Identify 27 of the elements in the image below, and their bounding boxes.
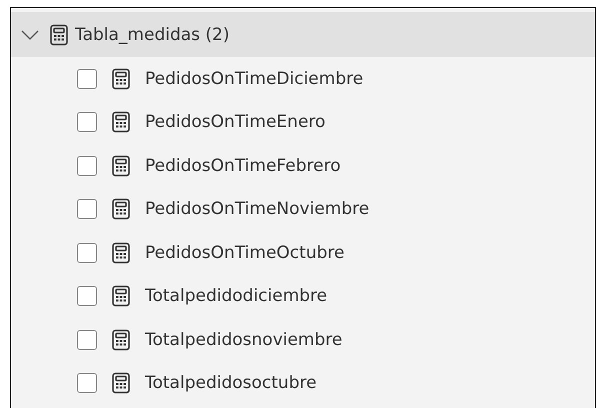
checkbox[interactable] xyxy=(77,330,97,350)
calculator-icon xyxy=(111,328,131,351)
checkbox[interactable] xyxy=(77,156,97,176)
measure-name: PedidosOnTimeEnero xyxy=(145,112,326,132)
measure-name: Totalpedidosoctubre xyxy=(145,373,317,394)
table-name: Tabla_medidas (2) xyxy=(75,24,230,44)
checkbox[interactable] xyxy=(77,373,97,394)
checkbox[interactable] xyxy=(77,112,97,132)
measure-name: PedidosOnTimeDiciembre xyxy=(145,68,364,89)
measure-name: Totalpedidosnoviembre xyxy=(145,330,342,350)
calculator-icon xyxy=(111,154,131,177)
calculator-icon xyxy=(49,24,69,46)
measure-name: PedidosOnTimeNoviembre xyxy=(145,199,370,220)
measure-name: Totalpedidodiciembre xyxy=(145,286,328,306)
checkbox[interactable] xyxy=(77,68,97,89)
calculator-icon xyxy=(111,242,131,264)
calculator-icon xyxy=(111,68,131,90)
checkbox[interactable] xyxy=(77,242,97,263)
measure-name: PedidosOnTimeOctubre xyxy=(145,242,344,263)
checkbox[interactable] xyxy=(77,286,97,306)
checkbox[interactable] xyxy=(77,199,97,220)
calculator-icon xyxy=(111,372,131,394)
measure-name: PedidosOnTimeFebrero xyxy=(145,156,341,176)
table-header[interactable]: Tabla_medidas (2) xyxy=(11,12,595,57)
calculator-icon xyxy=(111,198,131,220)
calculator-icon xyxy=(111,285,131,308)
calculator-icon xyxy=(111,111,131,134)
